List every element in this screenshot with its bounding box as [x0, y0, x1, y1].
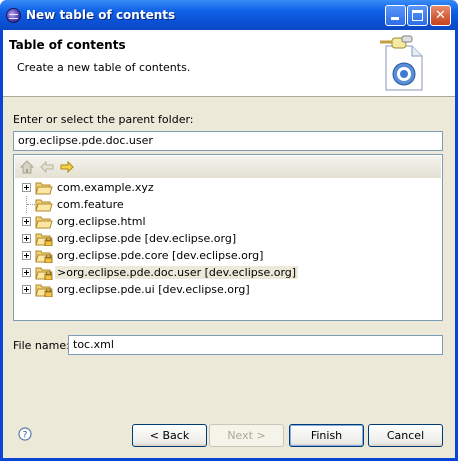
folder-icon: [35, 216, 53, 229]
tree-item-label: com.example.xyz: [57, 181, 154, 194]
tree-connector: [27, 204, 35, 205]
tree-item-label: org.eclipse.html: [57, 215, 146, 228]
tree-item-label: com.feature: [57, 198, 124, 211]
folder-icon: [35, 182, 53, 195]
file-name-label: File name:: [13, 339, 70, 352]
tree-item-label: org.eclipse.pde [dev.eclipse.org]: [57, 232, 237, 245]
expand-icon[interactable]: [22, 183, 31, 192]
parent-folder-input[interactable]: org.eclipse.pde.doc.user: [13, 131, 443, 151]
tree-item-label: >org.eclipse.pde.doc.user [dev.eclipse.o…: [55, 266, 299, 279]
maximize-button[interactable]: [407, 5, 428, 26]
banner-title: Table of contents: [9, 38, 126, 52]
folder-icon: [35, 199, 53, 212]
wizard-banner: Table of contents Create a new table of …: [3, 30, 455, 97]
tree-item[interactable]: org.eclipse.html: [14, 213, 434, 230]
forward-arrow-icon[interactable]: [59, 159, 75, 175]
next-button[interactable]: Next >: [209, 424, 284, 447]
folder-icon: [35, 284, 53, 297]
folder-icon: [35, 233, 53, 246]
maximize-icon: [412, 10, 423, 21]
dialog-window: New table of contents ✕ Table of content…: [0, 0, 458, 461]
close-icon: ✕: [435, 8, 446, 23]
dialog-body: Table of contents Create a new table of …: [3, 30, 455, 458]
cancel-button[interactable]: Cancel: [368, 424, 443, 447]
tree-item[interactable]: com.example.xyz: [14, 179, 434, 196]
folder-icon: [35, 250, 53, 263]
help-icon[interactable]: ?: [18, 427, 32, 441]
close-button[interactable]: ✕: [430, 5, 451, 26]
eclipse-icon: [6, 8, 21, 23]
home-icon[interactable]: [19, 159, 35, 175]
expand-icon[interactable]: [22, 234, 31, 243]
expand-icon[interactable]: [22, 217, 31, 226]
finish-button[interactable]: Finish: [289, 424, 364, 447]
tree-item[interactable]: org.eclipse.pde.core [dev.eclipse.org]: [14, 247, 434, 264]
banner-description: Create a new table of contents.: [17, 61, 191, 74]
expand-icon[interactable]: [22, 268, 31, 277]
tree-item[interactable]: org.eclipse.pde [dev.eclipse.org]: [14, 230, 434, 247]
svg-text:?: ?: [23, 431, 28, 441]
expand-icon[interactable]: [22, 285, 31, 294]
tree-toolbar: [15, 156, 441, 178]
minimize-button[interactable]: [385, 5, 406, 26]
minimize-icon: [391, 17, 399, 20]
tree-item-label: org.eclipse.pde.core [dev.eclipse.org]: [57, 249, 264, 262]
folder-tree[interactable]: com.example.xyz com.feature org.eclipse.…: [13, 154, 443, 321]
tree-item[interactable]: org.eclipse.pde.ui [dev.eclipse.org]: [14, 281, 434, 298]
folder-icon: [35, 267, 53, 280]
tree-item[interactable]: >org.eclipse.pde.doc.user [dev.eclipse.o…: [14, 264, 434, 281]
toc-wizard-icon: [380, 35, 423, 91]
title-bar[interactable]: New table of contents ✕: [0, 0, 458, 30]
window-title: New table of contents: [26, 8, 176, 22]
tree-item-label: org.eclipse.pde.ui [dev.eclipse.org]: [57, 283, 250, 296]
expand-icon[interactable]: [22, 251, 31, 260]
file-name-input[interactable]: toc.xml: [68, 335, 443, 355]
tree-item[interactable]: com.feature: [14, 196, 434, 213]
back-arrow-icon[interactable]: [39, 159, 55, 175]
parent-folder-label: Enter or select the parent folder:: [13, 113, 194, 126]
back-button[interactable]: < Back: [132, 424, 207, 447]
